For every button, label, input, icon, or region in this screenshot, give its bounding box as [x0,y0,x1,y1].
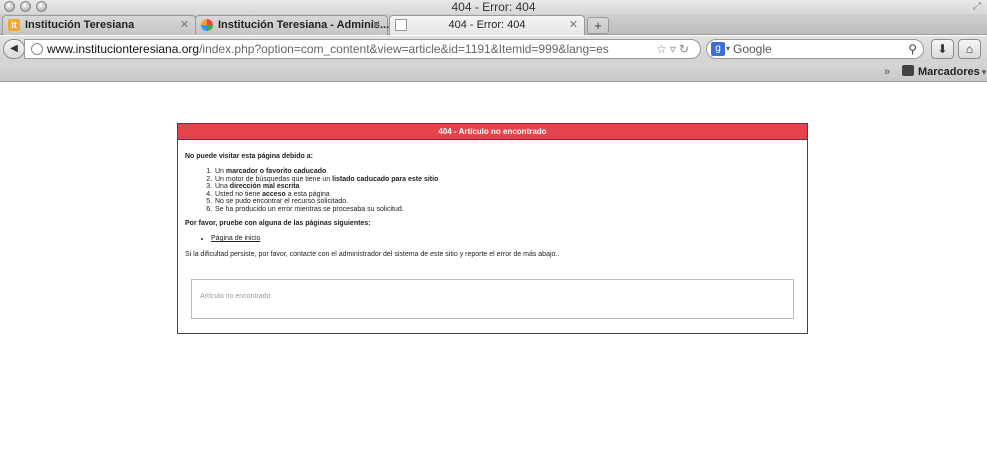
institution-logo-icon: it [8,19,20,31]
search-box[interactable]: g ▾ Google ⚲ [706,39,924,59]
try-pages-text: Por favor, pruebe con alguna de las pági… [185,220,371,227]
back-button[interactable]: ◀ [3,39,25,59]
fullscreen-icon[interactable]: ⤢ [973,0,981,14]
address-bar[interactable]: www.institucionteresiana.org/index.php?o… [24,39,701,59]
reason-item: Usted no tiene acceso a esta página [214,191,807,199]
tab-label: Institución Teresiana - Adminis... [218,19,390,31]
error-body: No puede visitar esta página debido a: U… [178,140,807,258]
error-header: 404 - Artículo no encontrado [178,124,807,140]
bookmarks-toolbar: » Marcadores ▾ [0,62,987,82]
history-dropdown-icon[interactable]: ▿ [670,42,679,56]
home-button[interactable]: ⌂ [958,39,981,59]
bookmarks-overflow-button[interactable]: » [884,62,890,82]
downloads-button[interactable]: ⬇ [931,39,954,59]
tab-admin[interactable]: Institución Teresiana - Adminis... ✕ [195,15,390,35]
reason-item: No se pudo encontrar el recurso solicita… [214,198,807,206]
window-titlebar: 404 - Error: 404 ⤢ [0,0,987,14]
google-icon[interactable]: g [711,42,725,56]
reload-icon[interactable]: ↻ [679,42,692,56]
home-page-link[interactable]: Página de inicio [211,235,260,242]
error-panel: 404 - Artículo no encontrado No puede vi… [177,123,808,334]
close-window-button[interactable] [4,1,15,12]
bookmarks-menu-button[interactable]: Marcadores ▾ [902,62,986,82]
reason-item: Un motor de búsquedas que tiene un lista… [214,176,807,184]
reasons-list: Un marcador o favorito caducado Un motor… [203,168,807,213]
suggested-pages-list: Página de inicio [211,235,807,242]
home-icon: ⌂ [965,42,974,56]
search-icon[interactable]: ⚲ [908,40,917,58]
close-tab-icon[interactable]: ✕ [372,16,381,34]
reason-item: Un marcador o favorito caducado [214,168,807,176]
chevron-down-icon: ▾ [981,67,987,77]
tab-strip: it Institución Teresiana ✕ Institución T… [0,14,987,35]
tab-label: Institución Teresiana [25,19,135,31]
bookmark-star-icon[interactable]: ☆ [656,42,670,56]
zoom-window-button[interactable] [36,1,47,12]
error-message-box: Artículo no encontrado [191,279,794,319]
url-path: /index.php?option=com_content&view=artic… [199,42,609,56]
tab-institucion-teresiana[interactable]: it Institución Teresiana ✕ [2,15,196,35]
reason-item: Se ha producido un error mientras se pro… [214,206,807,214]
minimize-window-button[interactable] [20,1,31,12]
bookmarks-icon [902,65,914,76]
download-arrow-icon: ⬇ [937,42,948,56]
window-controls [4,1,47,12]
navigation-toolbar: ◀ www.institucionteresiana.org/index.php… [0,36,987,62]
search-engine-label: Google [733,42,772,56]
contact-admin-text: Si la dificultad persiste, por favor, co… [185,251,560,258]
joomla-logo-icon [201,19,213,31]
close-tab-icon[interactable]: ✕ [569,16,578,34]
window-title: 404 - Error: 404 [451,0,536,14]
url-tools: ☆▿↻ [656,40,692,58]
tab-label: 404 - Error: 404 [448,19,526,31]
url-host: www.institucionteresiana.org [47,42,200,56]
chevron-down-icon[interactable]: ▾ [726,40,730,58]
bookmarks-menu-label: Marcadores [918,66,980,78]
new-tab-button[interactable]: + [587,17,609,34]
tab-error-404[interactable]: 404 - Error: 404 ✕ [389,15,585,35]
list-item: Página de inicio [211,235,807,242]
reason-item: Una dirección mal escrita [214,183,807,191]
globe-icon [31,43,43,55]
error-intro: No puede visitar esta página debido a: [185,153,313,160]
close-tab-icon[interactable]: ✕ [180,16,189,34]
